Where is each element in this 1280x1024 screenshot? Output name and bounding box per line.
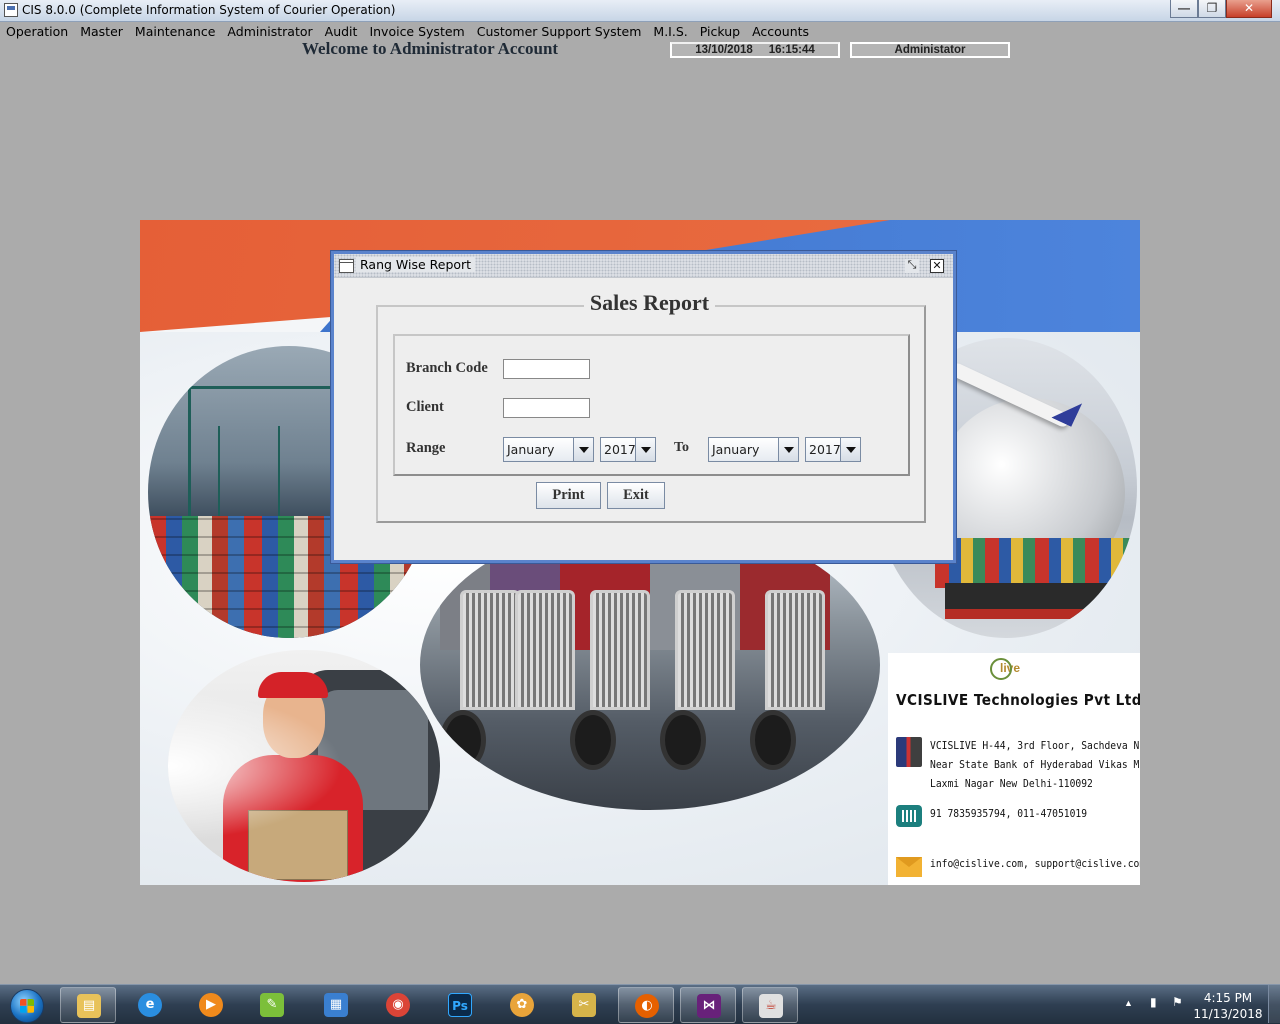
chevron-down-icon[interactable] — [573, 438, 593, 461]
branch-code-label: Branch Code — [406, 360, 488, 376]
internet-explorer-icon: e — [138, 993, 162, 1017]
java-icon: ☕ — [759, 994, 783, 1018]
taskbar-chrome[interactable]: ◉ — [370, 987, 426, 1023]
close-button[interactable]: ✕ — [1226, 0, 1272, 18]
clock-time[interactable]: 4:15 PM — [1198, 991, 1258, 1005]
welcome-message: Welcome to Administrator Account — [302, 39, 559, 58]
minimize-icon: — — [1178, 1, 1190, 15]
taskbar-firefox[interactable]: ◐ — [618, 987, 674, 1023]
logged-in-user: Administator — [850, 42, 1010, 58]
from-month-select[interactable]: January — [503, 437, 594, 462]
photoshop-icon: Ps — [448, 993, 472, 1017]
chrome-icon: ◉ — [386, 993, 410, 1017]
print-button[interactable]: Print — [536, 482, 601, 509]
taskbar-java[interactable]: ☕ — [742, 987, 798, 1023]
taskbar-photoshop[interactable]: Ps — [432, 987, 488, 1023]
company-address: VCISLIVE H-44, 3rd Floor, Sachdeva Niwas… — [930, 740, 1140, 790]
windows-logo-icon — [10, 989, 44, 1023]
window-controls: — ❐ ✕ — [1170, 0, 1272, 18]
report-title: Sales Report — [334, 290, 965, 316]
chevron-down-icon[interactable] — [635, 438, 655, 461]
start-button[interactable] — [2, 987, 52, 1024]
menu-master[interactable]: Master — [74, 22, 129, 42]
minimize-button[interactable]: — — [1170, 0, 1198, 18]
client-input[interactable] — [503, 398, 590, 418]
company-address-row: VCISLIVE H-44, 3rd Floor, Sachdeva Niwas… — [896, 737, 1140, 794]
media-player-icon: ▶ — [199, 993, 223, 1017]
menu-maintenance[interactable]: Maintenance — [129, 22, 222, 42]
from-month-value: January — [507, 442, 555, 457]
paint-icon: ✿ — [510, 993, 534, 1017]
visual-studio-icon: ⋈ — [697, 994, 721, 1018]
menu-bar: Operation Master Maintenance Administrat… — [0, 22, 1280, 42]
company-email-row: info@cislive.com, support@cislive.com — [896, 855, 1140, 877]
menu-pickup[interactable]: Pickup — [694, 22, 746, 42]
network-signal-icon[interactable]: ▮ — [1150, 995, 1157, 1009]
restore-icon[interactable]: ⤡ — [905, 259, 919, 273]
from-year-select[interactable]: 2017 — [600, 437, 656, 462]
date-time-display: 13/10/2018 16:15:44 — [670, 42, 840, 58]
taskbar-media-player[interactable]: ▶ — [183, 987, 239, 1023]
to-year-value: 2017 — [809, 442, 840, 457]
company-info-card: live VCISLIVE Technologies Pvt Ltd VCISL… — [888, 653, 1140, 885]
to-month-select[interactable]: January — [708, 437, 799, 462]
range-label: Range — [406, 440, 446, 456]
dialog-title: Rang Wise Report — [356, 257, 476, 272]
action-center-flag-icon[interactable]: ⚑ — [1172, 995, 1183, 1009]
menu-mis[interactable]: M.I.S. — [647, 22, 693, 42]
clock-date[interactable]: 11/13/2018 — [1192, 1007, 1264, 1021]
taskbar: ▤ e ▶ ✎ ▦ ◉ Ps ✿ ✂ ◐ ⋈ ☕ ▲ ▮ ⚑ 4:15 PM 1… — [0, 984, 1280, 1024]
from-year-value: 2017 — [604, 442, 635, 457]
show-desktop-button[interactable] — [1268, 985, 1280, 1023]
window-title: CIS 8.0.0 (Complete Information System o… — [22, 3, 396, 17]
control-panel-icon: ▦ — [324, 993, 348, 1017]
taskbar-visual-studio[interactable]: ⋈ — [680, 987, 736, 1023]
taskbar-internet-explorer[interactable]: e — [122, 987, 178, 1023]
dialog-close-icon[interactable]: ✕ — [930, 259, 944, 273]
trucks-image — [420, 520, 880, 810]
close-icon: ✕ — [1243, 1, 1255, 15]
taskbar-paint[interactable]: ✿ — [494, 987, 550, 1023]
company-email: info@cislive.com, support@cislive.com — [930, 858, 1140, 870]
rang-wise-report-dialog: Rang Wise Report ⤡ ✕ Sales Report Branch… — [331, 251, 956, 563]
taskbar-notepad-plus-plus[interactable]: ✎ — [244, 987, 300, 1023]
to-year-select[interactable]: 2017 — [805, 437, 861, 462]
phone-icon — [896, 805, 922, 827]
window-icon — [339, 259, 354, 273]
dialog-titlebar[interactable]: Rang Wise Report ⤡ ✕ — [334, 254, 953, 278]
company-logo: live — [986, 657, 1034, 681]
company-name: VCISLIVE Technologies Pvt Ltd — [896, 691, 1140, 709]
chevron-down-icon[interactable] — [778, 438, 798, 461]
menu-accounts[interactable]: Accounts — [746, 22, 815, 42]
company-phone: 91 7835935794, 011-47051019 — [930, 808, 1088, 820]
to-label: To — [674, 440, 690, 455]
menu-operation[interactable]: Operation — [0, 22, 74, 42]
taskbar-control-panel[interactable]: ▦ — [308, 987, 364, 1023]
maximize-button[interactable]: ❐ — [1198, 0, 1226, 18]
exit-button[interactable]: Exit — [607, 482, 665, 509]
current-date: 13/10/2018 — [695, 44, 753, 56]
taskbar-tools[interactable]: ✂ — [556, 987, 612, 1023]
notepad-plus-plus-icon: ✎ — [260, 993, 284, 1017]
to-month-value: January — [712, 442, 760, 457]
address-book-icon — [896, 737, 922, 767]
company-phone-row: 91 7835935794, 011-47051019 — [896, 805, 1101, 827]
mail-icon — [896, 857, 922, 877]
window-titlebar: CIS 8.0.0 (Complete Information System o… — [0, 0, 1280, 22]
app-icon — [4, 3, 18, 17]
branch-code-input[interactable] — [503, 359, 590, 379]
tools-icon: ✂ — [572, 993, 596, 1017]
restore-icon: ❐ — [1206, 1, 1218, 15]
taskbar-file-explorer[interactable]: ▤ — [60, 987, 116, 1023]
chevron-down-icon[interactable] — [840, 438, 860, 461]
delivery-man-image — [168, 650, 440, 882]
show-hidden-icons-icon[interactable]: ▲ — [1124, 998, 1133, 1008]
client-label: Client — [406, 399, 444, 415]
firefox-icon: ◐ — [635, 994, 659, 1018]
file-explorer-icon: ▤ — [77, 994, 101, 1018]
current-time: 16:15:44 — [768, 44, 815, 56]
system-tray: ▲ ▮ ⚑ 4:15 PM 11/13/2018 — [1120, 987, 1280, 1023]
